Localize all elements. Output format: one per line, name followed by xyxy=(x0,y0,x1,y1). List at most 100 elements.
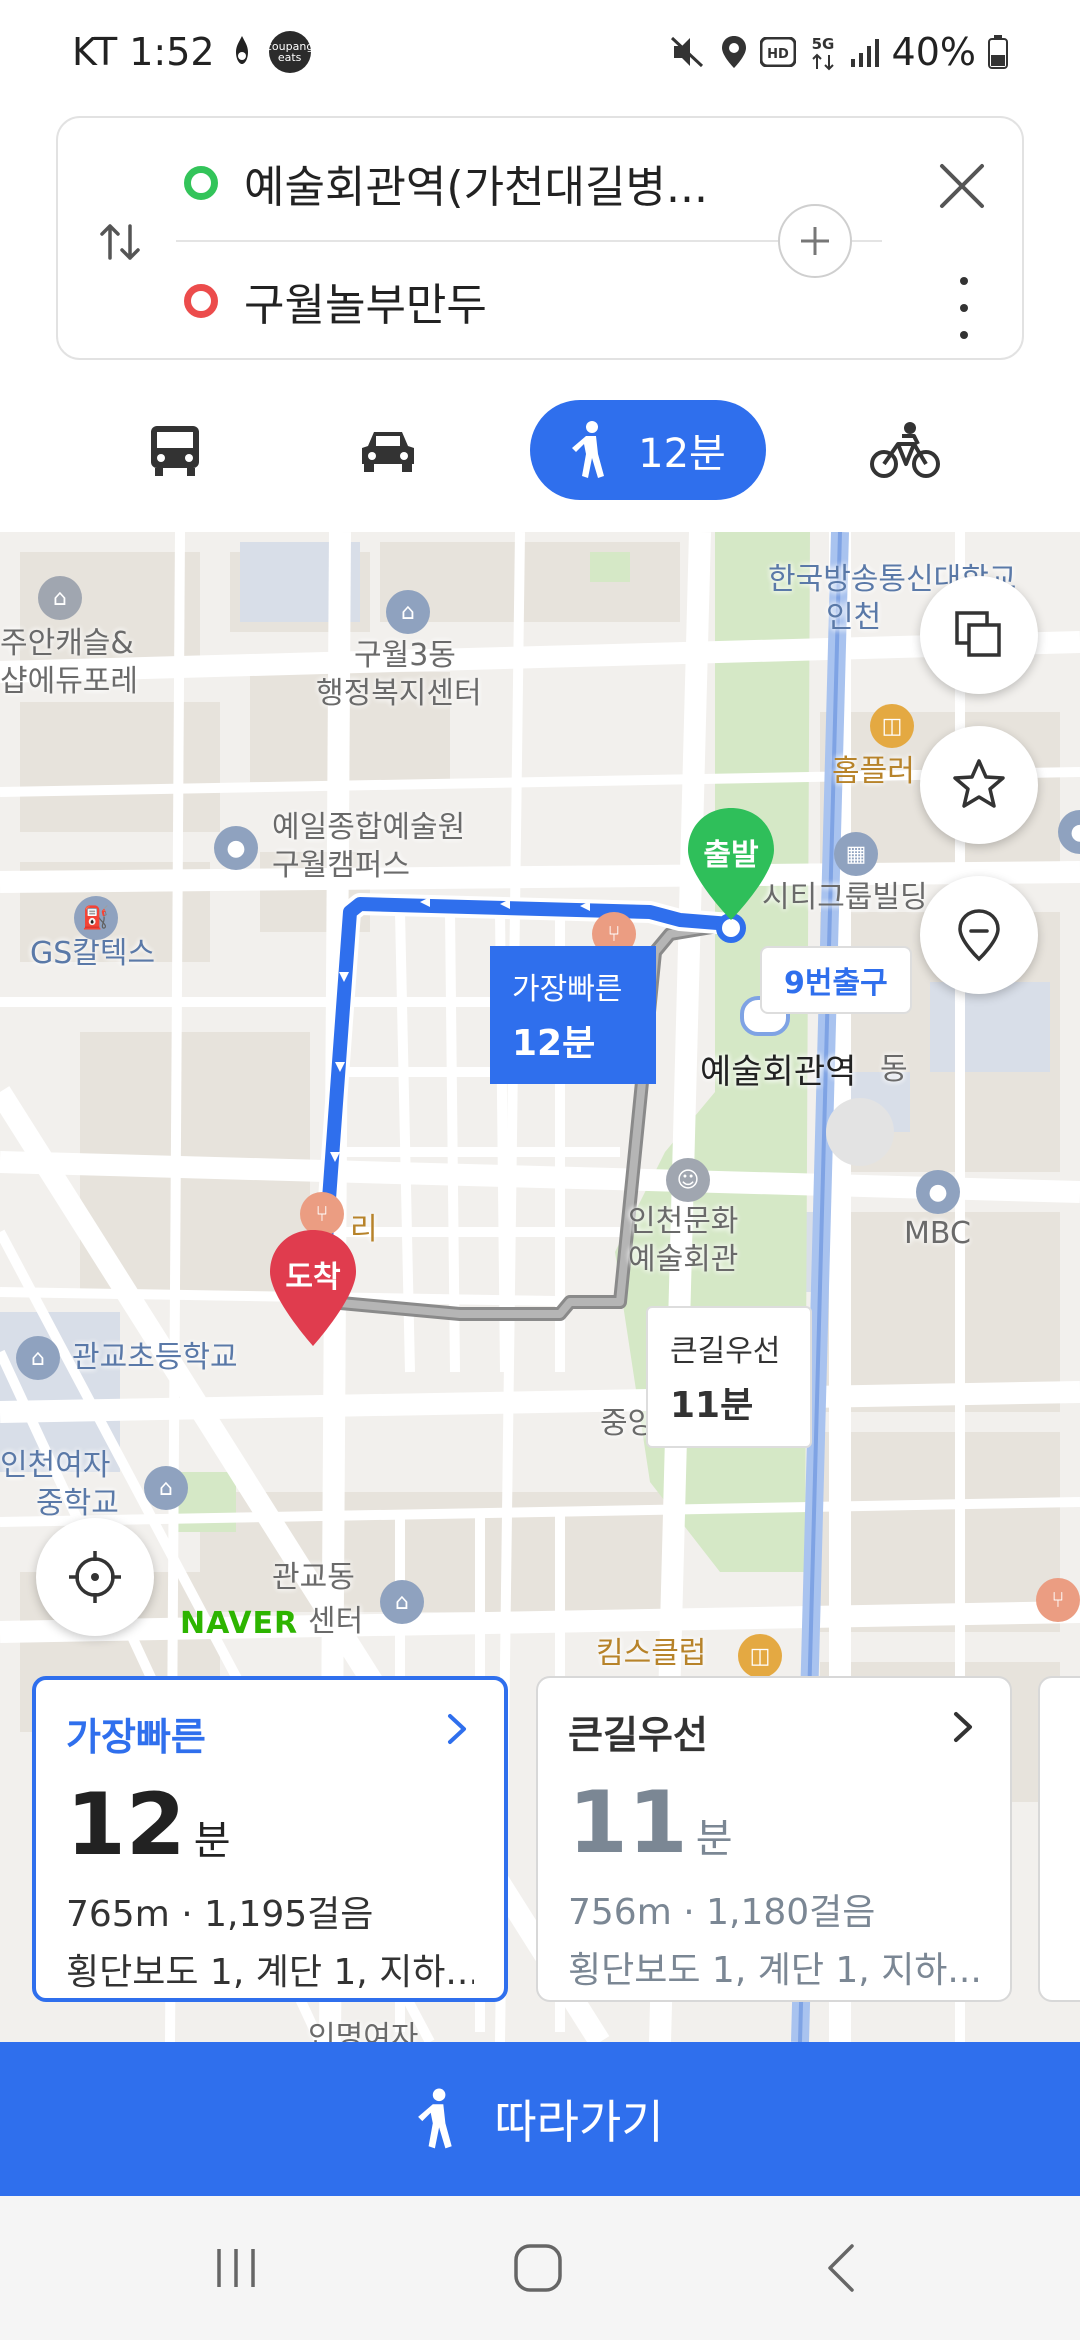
carrier-time: KT 1:52 xyxy=(72,30,215,74)
poi-broadcast-icon: ● xyxy=(916,1170,960,1214)
home-icon xyxy=(514,2244,562,2292)
map-label-kims: 킴스클럽 xyxy=(596,1636,707,1671)
hd-icon: HD xyxy=(759,37,796,67)
route-card-title: 큰길우선 xyxy=(568,1713,708,1757)
route-card-partial[interactable] xyxy=(1038,1676,1080,2002)
poi-school-icon: ⌂ xyxy=(144,1466,188,1510)
star-icon xyxy=(953,759,1005,808)
poi-government-icon: ⌂ xyxy=(380,1580,424,1624)
app-notification-icon xyxy=(235,36,248,64)
layers-icon xyxy=(955,611,1001,657)
map-label-girls2: 중학교 xyxy=(36,1486,119,1521)
map-label-dong: 동 xyxy=(880,1052,908,1087)
map-label-guwol3: 구월3동 xyxy=(354,638,456,673)
back-icon xyxy=(828,2244,854,2292)
map-label-culture: 인천문화 xyxy=(628,1204,739,1239)
destination-field[interactable]: 구월놀부만두 xyxy=(184,266,487,336)
close-button[interactable] xyxy=(930,154,994,218)
layer-button[interactable] xyxy=(920,576,1038,694)
destination-dot-icon xyxy=(184,284,218,318)
route-card-info: 횡단보도 1, 계단 1, 지하... xyxy=(66,1952,474,1993)
battery-icon xyxy=(988,35,1008,69)
home-button[interactable] xyxy=(506,2236,570,2300)
favorite-button[interactable] xyxy=(920,726,1038,844)
origin-text: 예술회관역(가천대길병... xyxy=(244,162,708,213)
poi-apartment-icon: ⌂ xyxy=(38,576,82,620)
tab-walk[interactable]: 12분 xyxy=(530,400,766,500)
route-card-distance: 765m · 1,195걸음 xyxy=(66,1894,374,1935)
poi-gas-station-icon: ⛽ xyxy=(74,896,118,940)
close-icon xyxy=(940,164,984,208)
route-card-time: 11 xyxy=(568,1773,688,1873)
poi-school-icon: ⌂ xyxy=(16,1336,60,1380)
alt-route-bubble[interactable]: 큰길우선 11분 xyxy=(646,1306,812,1448)
map-label-yeil: 예일종합예술원 xyxy=(272,810,466,845)
tab-bike[interactable] xyxy=(868,400,942,500)
route-card-unit: 분 xyxy=(695,1816,733,1862)
origin-field[interactable]: 예술회관역(가천대길병... xyxy=(184,148,708,218)
bus-icon xyxy=(151,426,199,476)
map-label-mbc: MBC xyxy=(904,1216,971,1251)
5g-icon: 5G xyxy=(811,35,834,71)
recent-apps-icon xyxy=(217,2249,255,2287)
map-label-center: 센터 xyxy=(308,1604,364,1639)
exit-label: 9번출구 xyxy=(760,946,912,1014)
swap-icon[interactable] xyxy=(94,216,146,268)
alt-route-bubble-time: 11분 xyxy=(670,1385,754,1426)
map-label-culture2: 예술회관 xyxy=(628,1242,739,1277)
fast-route-bubble[interactable]: 가장빠른 12분 xyxy=(490,946,656,1084)
current-location-button[interactable] xyxy=(36,1518,154,1636)
follow-button[interactable]: 따라가기 xyxy=(0,2042,1080,2196)
poi-shopping-icon: ◫ xyxy=(738,1634,782,1678)
map-label-gwangyo-school: 관교초등학교 xyxy=(72,1340,238,1375)
map-label-girls: 인천여자 xyxy=(0,1448,111,1483)
signal-icon xyxy=(850,39,879,67)
more-icon[interactable] xyxy=(944,268,984,348)
back-button[interactable] xyxy=(810,2236,874,2300)
poi-government-icon: ⌂ xyxy=(386,590,430,634)
start-marker-text: 출발 xyxy=(703,838,759,873)
chevron-right-icon xyxy=(448,1714,466,1744)
poi-shopping-icon: ◫ xyxy=(870,704,914,748)
recent-apps-button[interactable] xyxy=(204,2236,268,2300)
add-waypoint-button[interactable] xyxy=(778,204,852,278)
location-pin-icon xyxy=(958,909,1000,962)
origin-dot-icon xyxy=(184,166,218,200)
map-label-jooan2: 샵에듀포레 xyxy=(0,664,138,699)
battery-percent: 40% xyxy=(891,30,976,74)
svg-text:5G: 5G xyxy=(811,35,834,53)
place-button[interactable] xyxy=(920,876,1038,994)
map-label-city: 시티그룹빌딩 xyxy=(762,880,928,915)
route-card-unit: 분 xyxy=(193,1818,231,1864)
alt-route-bubble-label: 큰길우선 xyxy=(670,1334,781,1369)
follow-button-label: 따라가기 xyxy=(494,2095,664,2149)
tab-bus[interactable] xyxy=(140,400,210,500)
fast-route-bubble-label: 가장빠른 xyxy=(512,972,623,1007)
crosshair-icon xyxy=(69,1551,121,1603)
poi-school-icon: ● xyxy=(214,826,258,870)
route-card-fastest[interactable]: 가장빠른 12 분 765m · 1,195걸음 횡단보도 1, 계단 1, 지… xyxy=(32,1676,508,2002)
route-card-distance: 756m · 1,180걸음 xyxy=(568,1892,876,1933)
poi-restaurant-icon: ⑂ xyxy=(1036,1578,1080,1622)
walk-time: 12분 xyxy=(638,431,726,477)
svg-text:HD: HD xyxy=(767,47,789,62)
transport-mode-tabs: 12분 xyxy=(0,390,1080,510)
add-icon xyxy=(801,227,829,255)
mute-icon xyxy=(670,36,703,68)
route-card-time: 12 xyxy=(66,1775,186,1875)
end-marker[interactable]: 도착 xyxy=(264,1226,362,1350)
map-label-kbs2: 인천 xyxy=(826,600,882,635)
location-icon xyxy=(721,36,746,68)
end-marker-text: 도착 xyxy=(285,1260,341,1295)
map-label-gs: GS칼텍스 xyxy=(30,936,156,971)
route-search-card: 예술회관역(가천대길병... 구월놀부만두 xyxy=(56,116,1024,360)
tab-car[interactable] xyxy=(352,400,424,500)
status-bar: KT 1:52 coupang eats HD 5G 40% xyxy=(0,0,1080,112)
map-label-homeplus: 홈플러 xyxy=(832,754,915,789)
map-label-inmyeong: 인명여자 xyxy=(308,2020,419,2042)
route-card-main-road[interactable]: 큰길우선 11 분 756m · 1,180걸음 횡단보도 1, 계단 1, 지… xyxy=(536,1676,1012,2002)
naver-logo: NAVER xyxy=(180,1606,299,1641)
fast-route-bubble-time: 12분 xyxy=(512,1023,596,1064)
walk-icon xyxy=(418,2088,453,2149)
start-marker[interactable]: 출발 xyxy=(682,804,780,924)
